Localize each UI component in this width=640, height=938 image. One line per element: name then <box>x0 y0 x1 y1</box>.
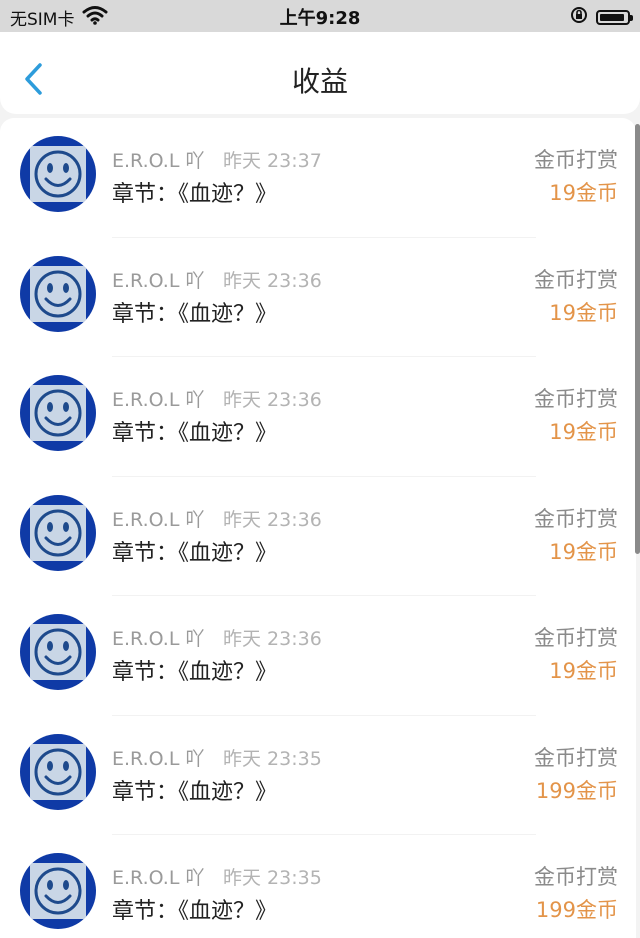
smiley-icon <box>30 146 86 202</box>
reward-type: 金币打赏 <box>534 387 618 411</box>
avatar[interactable] <box>20 375 96 451</box>
reward-amount: 19金币 <box>549 659 618 683</box>
avatar[interactable] <box>20 733 96 810</box>
avatar[interactable] <box>20 494 96 571</box>
reward-type: 金币打赏 <box>534 267 618 292</box>
smiley-icon <box>30 385 86 441</box>
battery-icon <box>596 9 633 25</box>
timestamp: 昨天 23:35 <box>223 747 322 770</box>
chapter-title: 章节：《血迹？》 <box>112 540 278 566</box>
smiley-icon <box>30 863 86 919</box>
earnings-list[interactable]: E.R.O.L 吖 昨天 23:37 章节：《血迹？》 金币打赏 19金币 E.… <box>0 118 636 938</box>
list-item[interactable]: E.R.O.L 吖 昨天 23:36 章节：《血迹？》 金币打赏 19金币 <box>0 596 636 716</box>
username: E.R.O.L 吖 <box>112 150 205 172</box>
list-item[interactable]: E.R.O.L 吖 昨天 23:36 章节：《血迹？》 金币打赏 19金币 <box>0 238 636 357</box>
avatar[interactable] <box>20 136 96 212</box>
reward-amount: 199金币 <box>535 778 618 803</box>
avatar[interactable] <box>20 853 96 929</box>
status-bar: 无SIM卡 上午9:28 <box>0 0 640 32</box>
list-item[interactable]: E.R.O.L 吖 昨天 23:36 章节：《血迹？》 金币打赏 19金币 <box>0 477 636 596</box>
timestamp: 昨天 23:36 <box>223 508 322 531</box>
timestamp: 昨天 23:36 <box>223 269 322 292</box>
scrollbar[interactable] <box>635 124 640 554</box>
reward-amount: 19金币 <box>549 181 618 205</box>
timestamp: 昨天 23:35 <box>223 867 322 889</box>
reward-amount: 199金币 <box>535 898 618 922</box>
avatar[interactable] <box>20 255 96 332</box>
username: E.R.O.L 吖 <box>112 389 205 411</box>
chapter-title: 章节：《血迹？》 <box>112 899 278 924</box>
chapter-title: 章节：《血迹？》 <box>112 779 278 805</box>
reward-amount: 19金币 <box>549 539 618 564</box>
username: E.R.O.L 吖 <box>112 508 205 531</box>
reward-type: 金币打赏 <box>534 148 618 172</box>
list-item[interactable]: E.R.O.L 吖 昨天 23:35 章节：《血迹？》 金币打赏 199金币 <box>0 716 636 835</box>
username: E.R.O.L 吖 <box>112 269 205 292</box>
timestamp: 昨天 23:37 <box>223 150 322 172</box>
page-title: 收益 <box>291 65 348 98</box>
reward-type: 金币打赏 <box>534 506 618 531</box>
list-item[interactable]: E.R.O.L 吖 昨天 23:36 章节：《血迹？》 金币打赏 19金币 <box>0 357 636 477</box>
reward-type: 金币打赏 <box>534 865 618 889</box>
reward-type: 金币打赏 <box>534 626 618 650</box>
reward-type: 金币打赏 <box>534 745 618 770</box>
username: E.R.O.L 吖 <box>112 628 205 650</box>
nav-bar: 收益 <box>0 32 640 114</box>
reward-amount: 19金币 <box>549 420 618 444</box>
chapter-title: 章节：《血迹？》 <box>112 660 278 685</box>
smiley-icon <box>30 624 86 680</box>
username: E.R.O.L 吖 <box>112 867 205 889</box>
chapter-title: 章节：《血迹？》 <box>112 182 278 207</box>
smiley-icon <box>30 743 86 800</box>
avatar[interactable] <box>20 614 96 690</box>
chapter-title: 章节：《血迹？》 <box>112 421 278 446</box>
reward-amount: 19金币 <box>549 300 618 325</box>
status-time: 上午9:28 <box>279 8 361 29</box>
timestamp: 昨天 23:36 <box>223 389 322 411</box>
timestamp: 昨天 23:36 <box>223 628 322 650</box>
chapter-title: 章节：《血迹？》 <box>112 301 278 327</box>
smiley-icon <box>30 265 86 322</box>
list-item[interactable]: E.R.O.L 吖 昨天 23:37 章节：《血迹？》 金币打赏 19金币 <box>0 118 636 238</box>
status-right <box>570 6 633 28</box>
list-item[interactable]: E.R.O.L 吖 昨天 23:35 章节：《血迹？》 金币打赏 199金币 <box>0 835 636 938</box>
username: E.R.O.L 吖 <box>112 747 205 770</box>
smiley-icon <box>30 504 86 561</box>
rotation-lock-icon <box>570 6 588 28</box>
